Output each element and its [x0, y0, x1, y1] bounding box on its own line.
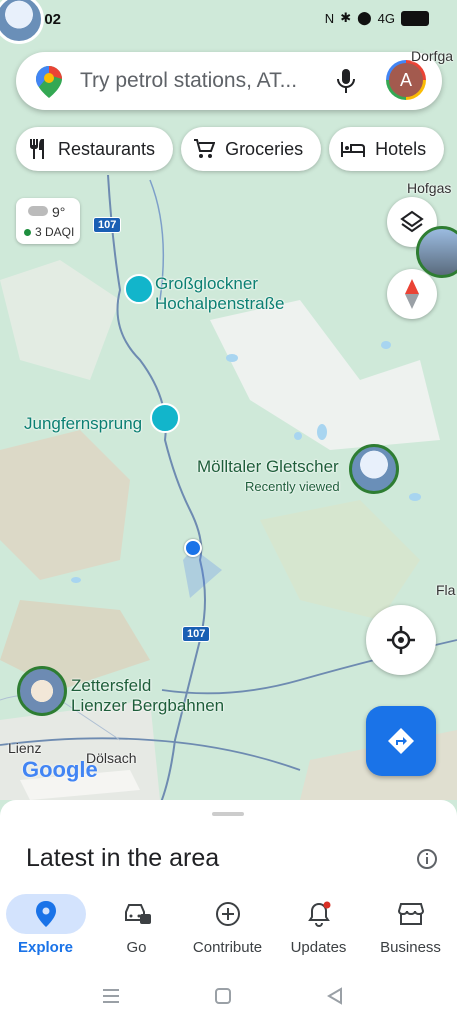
cloud-icon — [28, 206, 48, 216]
compass-button[interactable] — [387, 269, 437, 319]
bell-icon — [279, 894, 359, 934]
bed-icon — [341, 142, 366, 157]
location-icon: ⬤ — [357, 10, 372, 25]
road-label-107-top: 107 — [93, 217, 122, 233]
car-icon — [97, 894, 177, 934]
nfc-icon: N — [324, 10, 335, 26]
location-pin-icon — [5, 894, 86, 934]
tab-label: Business — [380, 939, 441, 956]
directions-button[interactable] — [366, 706, 436, 776]
poi-molltaler-note: Recently viewed — [245, 479, 340, 494]
poi-zettersfeld-line2: Lienzer Bergbahnen — [71, 696, 225, 715]
zettersfeld-thumbnail[interactable] — [17, 666, 67, 716]
google-logo-text: Google — [22, 757, 98, 782]
map-terrain — [0, 0, 457, 805]
tab-updates[interactable]: Updates — [273, 888, 364, 968]
poi-molltaler-name: Mölltaler Gletscher — [197, 457, 339, 476]
battery-icon — [401, 10, 429, 26]
crosshair-icon — [387, 626, 415, 654]
mic-icon[interactable] — [336, 68, 356, 94]
molltaler-thumbnail[interactable] — [349, 444, 399, 494]
poi-molltaler-gletscher[interactable]: Mölltaler Gletscher Recently viewed — [197, 457, 340, 497]
town-fla: Fla — [436, 582, 456, 598]
weather-widget[interactable]: 9° 3 DAQI — [16, 198, 80, 244]
tab-go[interactable]: Go — [91, 888, 182, 968]
poi-jungfernsprung[interactable]: Jungfernsprung — [24, 414, 142, 434]
chip-groceries[interactable]: Groceries — [181, 127, 322, 171]
add-circle-icon — [188, 894, 268, 934]
chip-label: Hotels — [375, 138, 427, 159]
signal-icon: 4G — [377, 10, 395, 26]
search-bar[interactable]: Try petrol stations, AT... A — [16, 52, 442, 110]
camera-poi-icon[interactable] — [150, 403, 180, 433]
info-icon[interactable] — [416, 848, 438, 870]
avatar-letter: A — [389, 63, 423, 97]
chip-label: Restaurants — [58, 138, 156, 159]
tab-label: Go — [126, 939, 147, 956]
avatar[interactable]: A — [386, 60, 426, 100]
google-logo: Google — [22, 757, 98, 783]
tab-business[interactable]: Business — [364, 888, 457, 968]
map-view[interactable]: 5:02 N ✱ ⬤ 4G Try petrol stations, AT...… — [0, 0, 457, 805]
category-chips: Restaurants Groceries Hotels — [16, 127, 445, 171]
cart-icon — [194, 139, 216, 158]
tab-explore[interactable]: Explore — [0, 888, 91, 968]
poi-grossglockner-line2: Hochalpenstraße — [155, 294, 285, 313]
storefront-icon — [371, 894, 451, 934]
air-quality-label: 3 DAQI — [35, 225, 75, 239]
recent-apps-icon[interactable] — [101, 988, 121, 1004]
compass-icon — [405, 279, 419, 309]
town-lienz: Lienz — [8, 740, 42, 756]
bottom-navigation: Explore Go Contribute Updates Business — [0, 888, 457, 968]
my-location-button[interactable] — [366, 605, 436, 675]
tab-contribute[interactable]: Contribute — [182, 888, 273, 968]
poi-zettersfeld[interactable]: Zettersfeld Lienzer Bergbahnen — [71, 676, 224, 716]
home-icon[interactable] — [214, 987, 232, 1005]
sheet-title: Latest in the area — [26, 844, 220, 872]
air-quality-dot-icon — [24, 228, 31, 236]
system-navigation-bar — [0, 968, 457, 1024]
back-icon[interactable] — [326, 987, 344, 1005]
poi-grossglockner[interactable]: Großglockner Hochalpenstraße — [155, 274, 284, 314]
tab-label: Updates — [290, 939, 347, 956]
bluetooth-icon: ✱ — [340, 10, 352, 25]
directions-icon — [388, 728, 414, 754]
tab-label: Explore — [17, 939, 74, 956]
fork-knife-icon — [30, 139, 44, 159]
poi-grossglockner-line1: Großglockner — [155, 274, 258, 293]
status-bar: 5:02 N ✱ ⬤ 4G — [0, 6, 457, 34]
air-quality: 3 DAQI — [24, 225, 74, 239]
town-dorfga: Dorfga — [411, 48, 454, 64]
tab-label: Contribute — [192, 939, 263, 956]
status-icons: N ✱ ⬤ 4G — [325, 10, 429, 26]
google-maps-logo-icon — [36, 66, 62, 98]
search-placeholder[interactable]: Try petrol stations, AT... — [80, 69, 297, 93]
poi-zettersfeld-line1: Zettersfeld — [71, 676, 152, 695]
camera-poi-icon[interactable] — [124, 274, 154, 304]
current-location-dot — [184, 539, 202, 557]
sheet-handle[interactable] — [212, 812, 244, 816]
weather-temp: 9° — [52, 204, 66, 220]
bottom-sheet[interactable]: Latest in the area — [0, 800, 457, 890]
town-hofgas: Hofgas — [407, 180, 452, 196]
road-label-107-bottom: 107 — [182, 626, 211, 642]
chip-hotels[interactable]: Hotels — [329, 127, 445, 171]
chip-label: Groceries — [225, 138, 304, 159]
chip-restaurants[interactable]: Restaurants — [16, 127, 174, 171]
layers-icon — [400, 210, 424, 233]
